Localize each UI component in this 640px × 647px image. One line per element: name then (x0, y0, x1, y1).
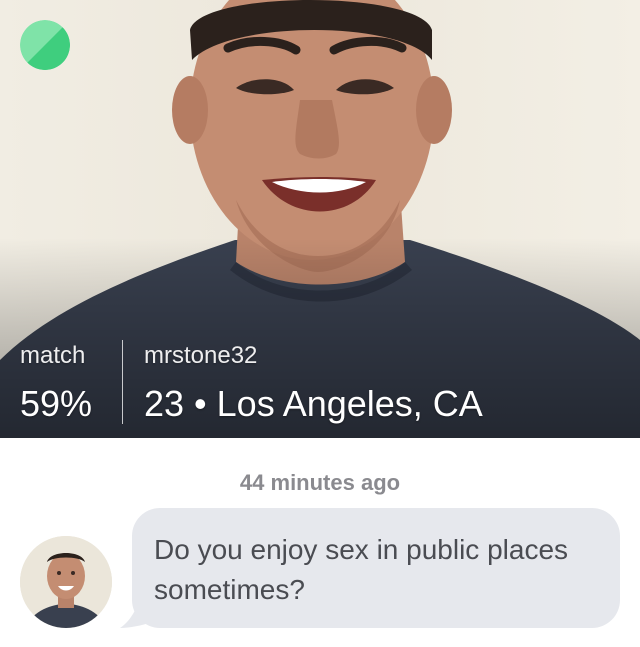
user-info-block: mrstone32 23 • Los Angeles, CA (144, 342, 483, 426)
match-label: match (20, 342, 86, 369)
info-divider (122, 340, 123, 424)
message-bubble[interactable]: Do you enjoy sex in public places someti… (132, 508, 620, 628)
username[interactable]: mrstone32 (144, 342, 483, 370)
profile-photo[interactable]: match 59% mrstone32 23 • Los Angeles, CA (0, 0, 640, 438)
online-status-icon (20, 20, 70, 70)
age-location: 23 • Los Angeles, CA (144, 383, 483, 424)
match-percentage: 59% (20, 383, 93, 424)
match-score: match 59% (20, 342, 92, 426)
profile-avatar[interactable] (20, 536, 112, 628)
message-timestamp: 44 minutes ago (239, 470, 401, 495)
message-text: Do you enjoy sex in public places someti… (154, 534, 569, 605)
